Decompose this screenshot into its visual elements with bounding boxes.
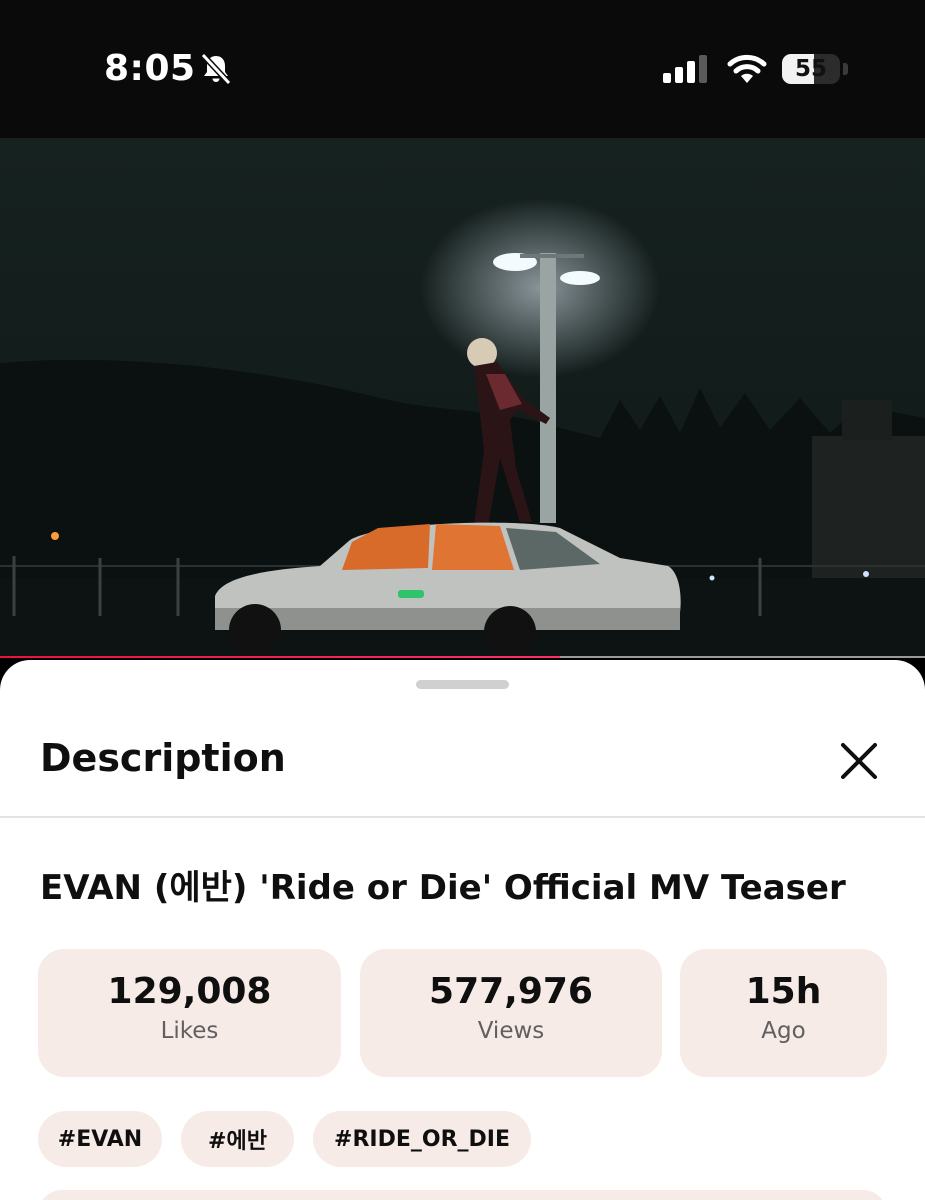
hashtag-chip[interactable]: #에반	[181, 1111, 294, 1167]
video-player[interactable]	[0, 138, 925, 658]
bell-slash-icon	[200, 52, 232, 86]
battery-tip	[843, 63, 848, 75]
divider	[0, 816, 925, 818]
upload-age-stat: 15h Ago	[680, 949, 887, 1077]
hashtag-chip[interactable]: #EVAN	[38, 1111, 162, 1167]
description-text-card	[38, 1190, 887, 1200]
battery-percent: 55	[794, 56, 827, 82]
upload-age-value: 15h	[745, 971, 822, 1012]
video-frame	[0, 138, 925, 658]
status-bar: 8:05 55	[0, 0, 925, 138]
video-progress-fill	[0, 656, 560, 658]
sheet-heading: Description	[40, 736, 286, 780]
likes-count: 129,008	[107, 971, 272, 1012]
hashtag-chip[interactable]: #RIDE_OR_DIE	[313, 1111, 531, 1167]
views-label: Views	[477, 1018, 545, 1044]
likes-label: Likes	[160, 1018, 219, 1044]
views-count: 577,976	[429, 971, 593, 1012]
description-sheet: Description EVAN (에반) 'Ride or Die' Offi…	[0, 660, 925, 1200]
upload-age-label: Ago	[761, 1018, 806, 1044]
status-time: 8:05	[104, 48, 196, 89]
views-stat: 577,976 Views	[360, 949, 662, 1077]
video-progress-bar[interactable]	[0, 656, 925, 658]
video-title: EVAN (에반) 'Ride or Die' Official MV Teas…	[40, 868, 846, 908]
close-icon	[841, 743, 877, 779]
cellular-signal-icon	[663, 55, 707, 83]
likes-stat: 129,008 Likes	[38, 949, 341, 1077]
close-button[interactable]	[836, 738, 882, 784]
wifi-icon	[727, 54, 767, 83]
battery-icon: 55	[782, 54, 840, 84]
sheet-drag-handle[interactable]	[416, 680, 509, 689]
